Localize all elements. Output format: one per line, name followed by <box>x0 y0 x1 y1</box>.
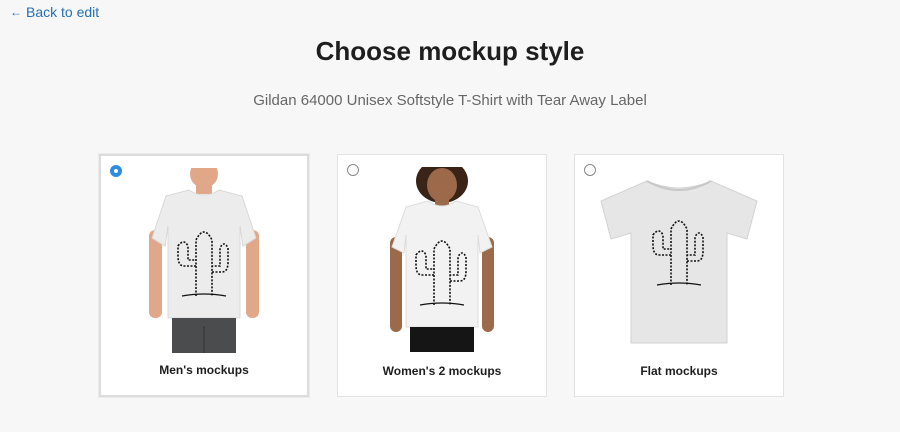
mockup-label-mens: Men's mockups <box>159 363 249 377</box>
product-subtitle: Gildan 64000 Unisex Softstyle T-Shirt wi… <box>253 92 647 109</box>
mockup-label-flat: Flat mockups <box>640 364 718 378</box>
back-link-label: Back to edit <box>26 4 100 20</box>
arrow-left-icon: ← <box>10 5 22 19</box>
flat-mockup-image <box>575 167 783 355</box>
page-title: Choose mockup style <box>315 36 585 66</box>
mens-mockup-image <box>101 168 307 356</box>
mockup-option-mens[interactable]: Men's mockups <box>99 154 309 397</box>
mockup-option-womens[interactable]: Women's 2 mockups <box>337 154 547 397</box>
mockup-option-flat[interactable]: Flat mockups <box>574 154 784 397</box>
back-to-edit-link[interactable]: ← Back to edit <box>10 4 99 20</box>
mockup-label-womens: Women's 2 mockups <box>382 364 502 378</box>
womens-mockup-image <box>338 167 546 355</box>
